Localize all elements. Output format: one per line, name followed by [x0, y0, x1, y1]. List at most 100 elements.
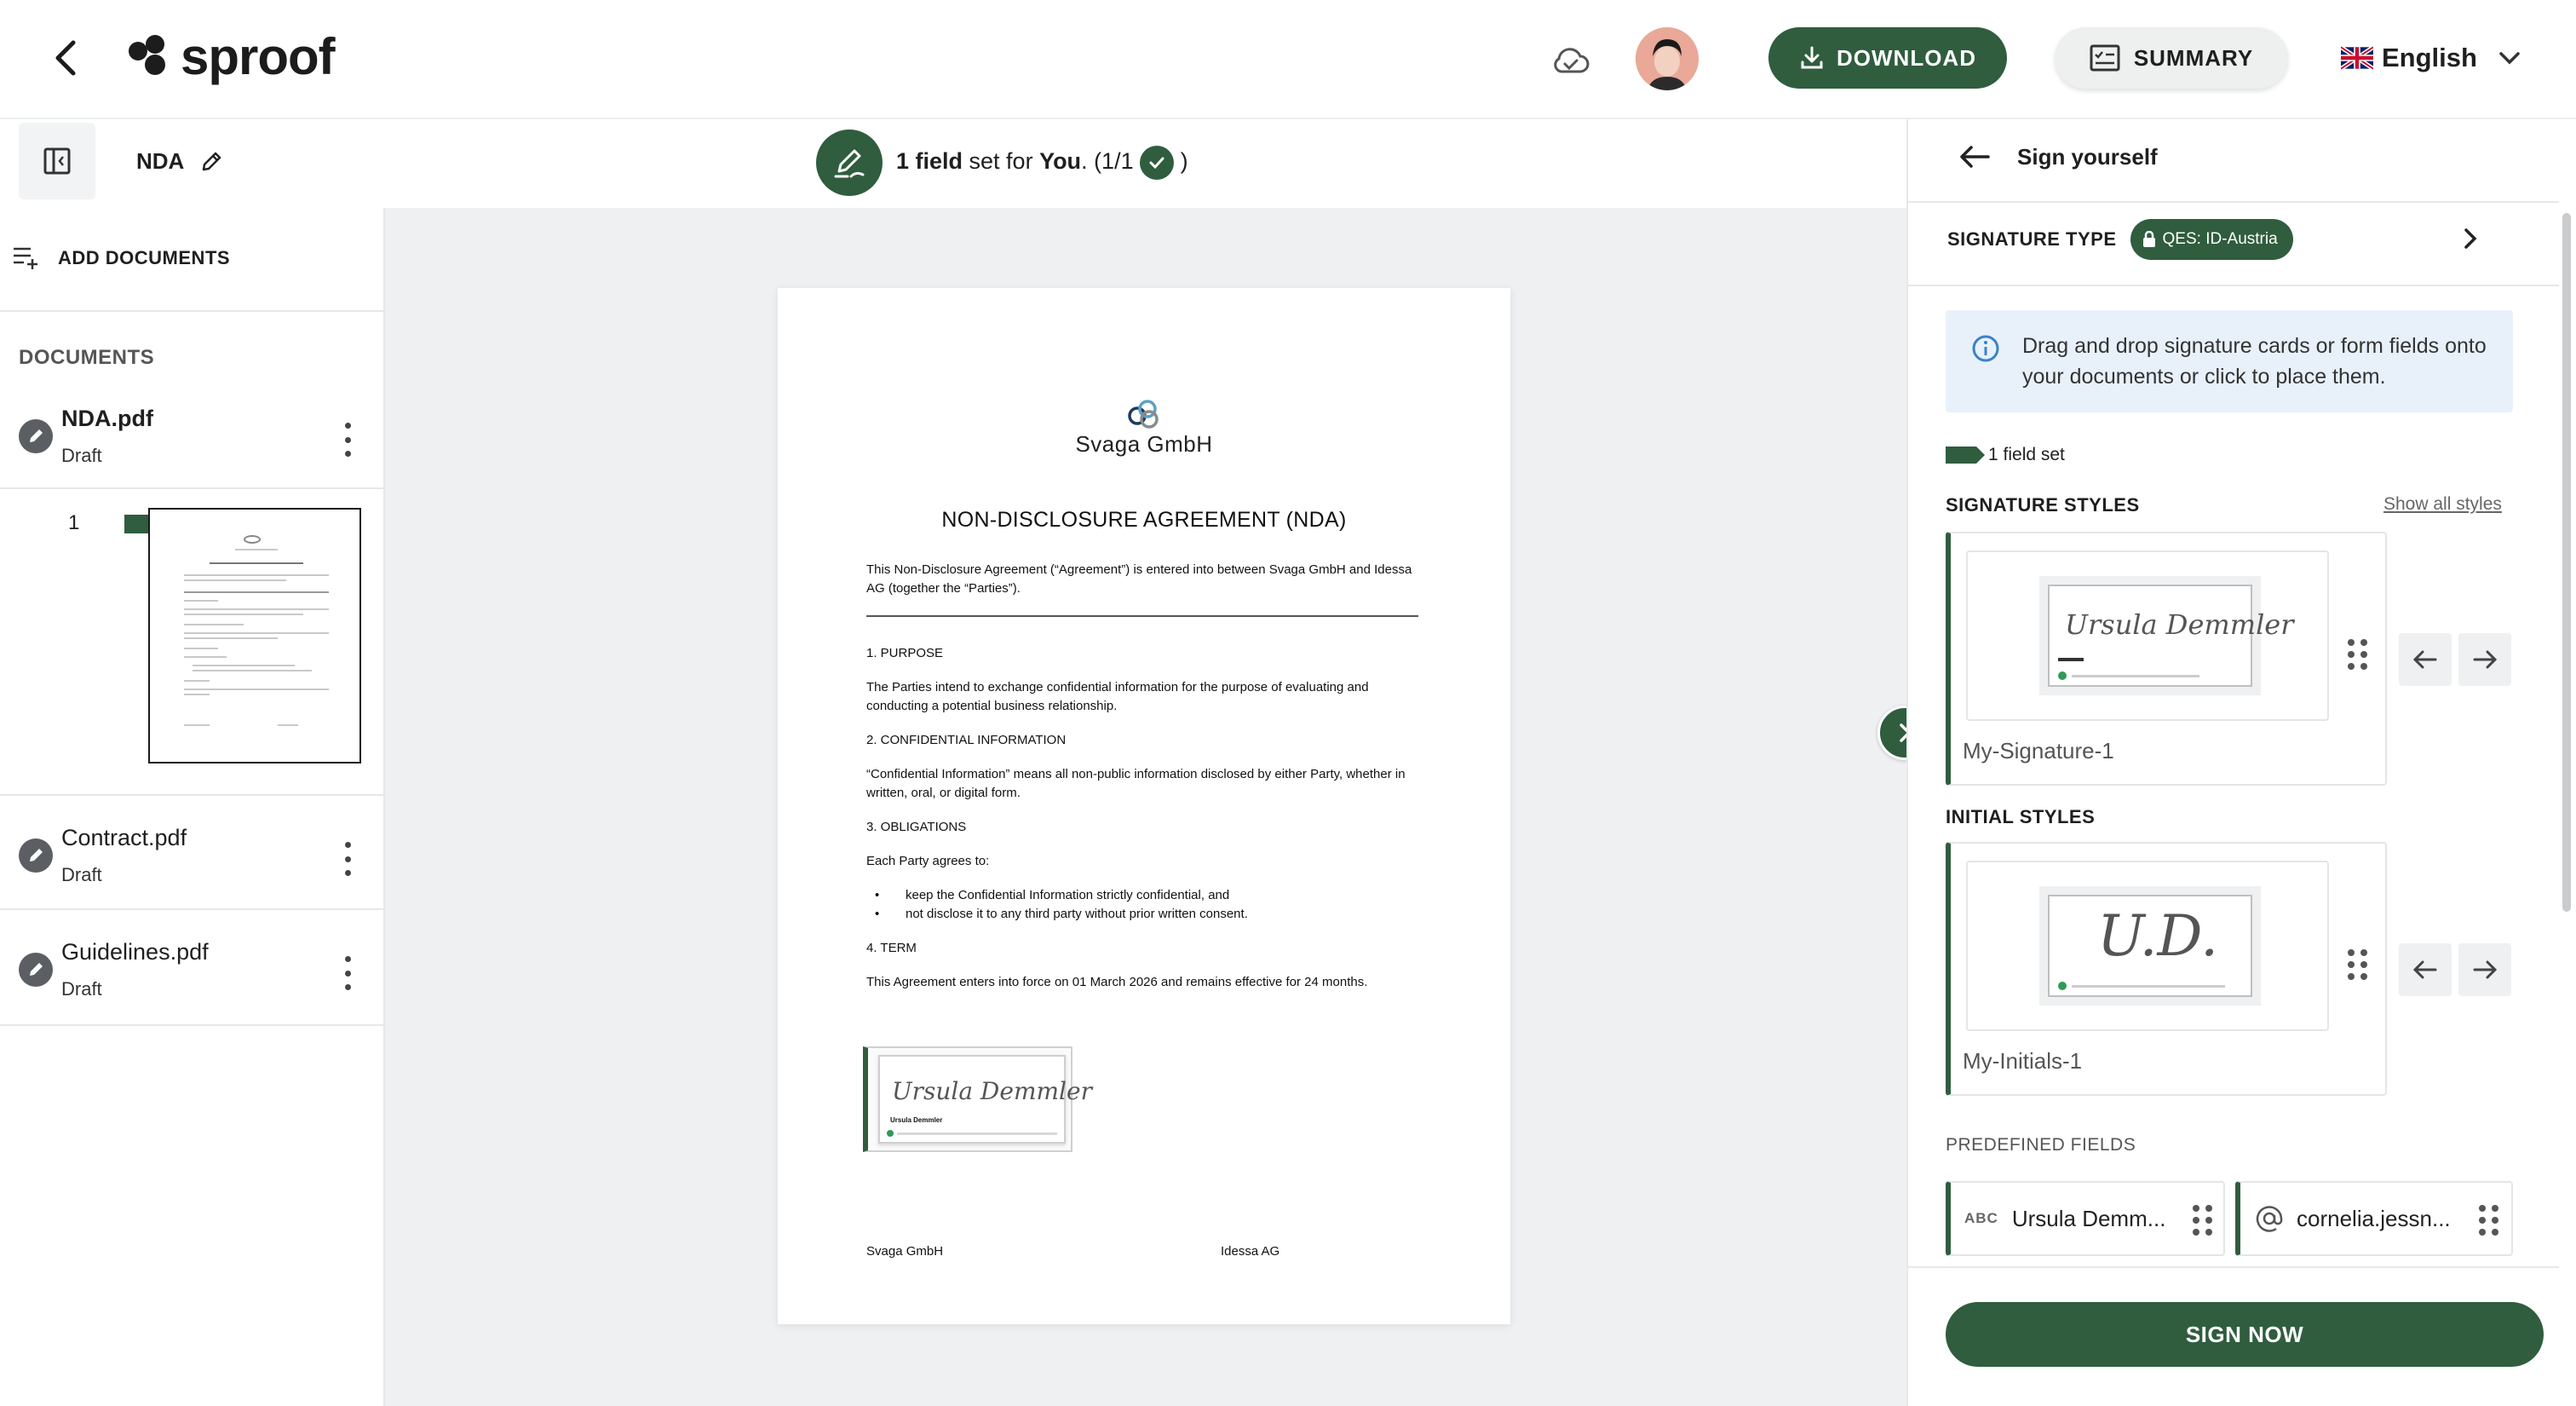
signature-type-badge: QES: ID-Austria: [2130, 219, 2293, 260]
scrollbar-thumb[interactable]: [2562, 213, 2571, 912]
document-page[interactable]: Svaga GmbH NON-DISCLOSURE AGREEMENT (NDA…: [778, 288, 1510, 1324]
predefined-field-label: Ursula Demm...: [2011, 1205, 2166, 1231]
download-button[interactable]: DOWNLOAD: [1768, 27, 2007, 89]
top-bar: sproof DOWNLOAD SUMMARY English: [0, 0, 2576, 119]
initial-style-card[interactable]: U.D. My-Initials-1: [1946, 842, 2387, 1096]
purpose-text: The Parties intend to exchange confident…: [866, 680, 1369, 713]
predefined-field-email[interactable]: cornelia.jessn...: [2235, 1181, 2513, 1256]
info-text: Drag and drop signature cards or form fi…: [2022, 334, 2487, 389]
divider-rule: [866, 615, 1418, 617]
verified-dot-icon: [887, 1130, 894, 1137]
signature-script: Ursula Demmler: [892, 1077, 1092, 1105]
initial-style-preview: U.D.: [1966, 861, 2329, 1031]
divider: [0, 487, 385, 489]
more-options-icon[interactable]: [339, 956, 356, 990]
chevron-down-icon: [2499, 52, 2520, 65]
document-item-nda[interactable]: NDA.pdf Draft: [0, 387, 385, 481]
arrow-left-icon[interactable]: [1958, 144, 1992, 170]
document-item-name: NDA.pdf: [61, 406, 153, 431]
pencil-icon[interactable]: [199, 150, 223, 174]
logo-mark-icon: [129, 35, 165, 75]
edit-draft-icon: [19, 419, 53, 453]
obligation-item: • not disclose it to any third party wit…: [875, 907, 1248, 921]
documents-heading: DOCUMENTS: [19, 346, 155, 369]
sproof-logo[interactable]: sproof: [124, 26, 336, 87]
divider: [1908, 201, 2559, 203]
placed-signature-field[interactable]: Ursula Demmler Ursula Demmler: [863, 1046, 1092, 1152]
check-circle-icon: [1140, 146, 1175, 180]
summary-icon: [2090, 44, 2120, 72]
divider: [0, 908, 385, 910]
page-thumbnail[interactable]: [148, 508, 361, 764]
confidential-text: “Confidential Information” means all non…: [866, 767, 1406, 800]
next-signature-style-button[interactable]: [2458, 633, 2511, 686]
lock-icon: [2142, 231, 2155, 247]
initial-style-script: U.D.: [2097, 903, 2219, 969]
field-marker-icon: [1946, 447, 1985, 464]
arrow-right-icon: [2473, 650, 2498, 669]
document-item-status: Draft: [61, 978, 102, 1000]
document-item-guidelines[interactable]: Guidelines.pdf Draft: [0, 920, 385, 1014]
next-initial-style-button[interactable]: [2458, 943, 2511, 996]
field-count: 1 field: [896, 148, 963, 175]
more-options-icon[interactable]: [339, 842, 356, 876]
obligations-intro: Each Party agrees to:: [866, 854, 990, 868]
add-documents-button[interactable]: ADD DOCUMENTS: [12, 245, 230, 271]
document-canvas[interactable]: Svaga GmbH NON-DISCLOSURE AGREEMENT (NDA…: [385, 208, 2196, 1406]
summary-button[interactable]: SUMMARY: [2055, 27, 2288, 89]
signature-type-chevron[interactable]: [2453, 222, 2487, 256]
user-avatar[interactable]: [1636, 27, 1699, 90]
sync-status-button[interactable]: [1547, 37, 1595, 85]
language-selector[interactable]: English: [2341, 36, 2521, 80]
panel-header: Sign yourself: [1958, 138, 2158, 176]
drag-handle-icon[interactable]: [2348, 949, 2368, 980]
initial-style-name: My-Initials-1: [1963, 1048, 2083, 1074]
obligation-item: • keep the Confidential Information stri…: [875, 888, 1230, 902]
prev-signature-style-button[interactable]: [2399, 633, 2452, 686]
field-recipient: You: [1039, 148, 1082, 175]
purpose-heading: 1. PURPOSE: [866, 646, 944, 660]
download-label: DOWNLOAD: [1837, 44, 1976, 71]
drag-handle-icon[interactable]: [2348, 639, 2368, 670]
party-left: Svaga GmbH: [866, 1244, 944, 1259]
field-status-mid: set for: [963, 148, 1040, 175]
text-field-icon: ABC: [1964, 1210, 1998, 1226]
signature-style-card[interactable]: Ursula Demmler My-Signature-1: [1946, 532, 2387, 786]
arrow-right-icon: [2473, 960, 2498, 979]
divider: [0, 794, 385, 796]
signature-type-label: SIGNATURE TYPE: [1947, 228, 2117, 250]
verified-dot-icon: [2058, 982, 2067, 990]
predefined-field-name[interactable]: ABC Ursula Demm...: [1946, 1181, 2225, 1256]
more-options-icon[interactable]: [339, 423, 356, 457]
document-toolbar: NDA 1 field set for You. (1/1 ): [0, 119, 1906, 208]
document-item-status: Draft: [61, 445, 102, 466]
signature-type-row[interactable]: SIGNATURE TYPE QES: ID-Austria: [1947, 218, 2293, 261]
uk-flag-icon: [2341, 46, 2373, 70]
edit-draft-icon: [19, 953, 53, 987]
signature-styles-title: SIGNATURE STYLES: [1946, 494, 2140, 516]
page-number: 1: [68, 511, 80, 534]
sign-panel: Sign yourself SIGNATURE TYPE QES: ID-Aus…: [1906, 119, 2576, 1406]
drag-handle-icon[interactable]: [2193, 1205, 2213, 1236]
add-list-icon: [14, 247, 37, 269]
info-icon: [1972, 335, 1999, 362]
document-name-label: NDA: [136, 148, 185, 174]
sidebar-panel-icon: [43, 147, 71, 175]
field-status-text: 1 field set for You. (1/1 ): [896, 146, 1188, 180]
drag-handle-icon[interactable]: [2479, 1205, 2499, 1236]
summary-label: SUMMARY: [2133, 44, 2254, 71]
term-text: This Agreement enters into force on 01 M…: [866, 975, 1368, 989]
toggle-sidebar-button[interactable]: [19, 123, 95, 199]
back-button[interactable]: [41, 32, 92, 84]
signature-field-badge: [816, 130, 883, 196]
document-name[interactable]: NDA: [136, 148, 223, 175]
document-item-contract[interactable]: Contract.pdf Draft: [0, 806, 385, 900]
panel-title: Sign yourself: [2017, 143, 2158, 170]
signature-style-preview: Ursula Demmler: [1966, 550, 2329, 721]
panel-scrollbar[interactable]: [2557, 205, 2574, 1312]
show-all-styles-link[interactable]: Show all styles: [2383, 494, 2502, 515]
info-hint: Drag and drop signature cards or form fi…: [1946, 310, 2513, 412]
avatar-image: [1636, 27, 1699, 90]
sign-now-button[interactable]: SIGN NOW: [1946, 1302, 2544, 1367]
prev-initial-style-button[interactable]: [2399, 943, 2452, 996]
